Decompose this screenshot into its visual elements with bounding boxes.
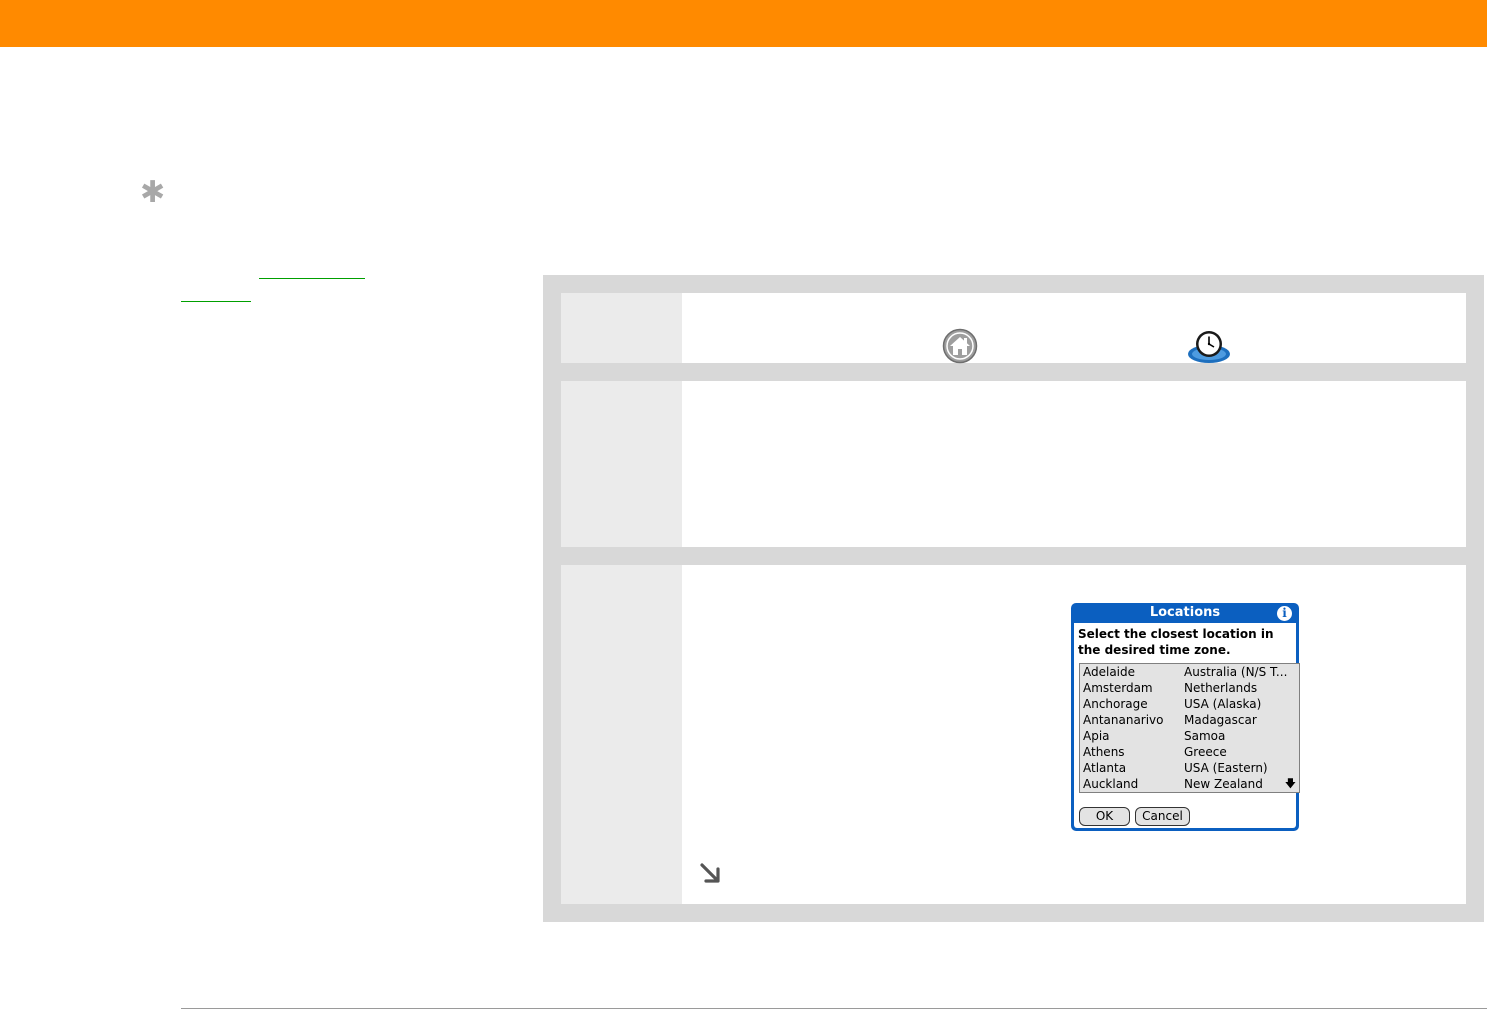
- step-number-cell: [561, 565, 682, 904]
- cancel-button[interactable]: Cancel: [1135, 807, 1190, 826]
- step-3: Locations i Select the closest location …: [561, 565, 1466, 904]
- list-item[interactable]: Anchorage USA (Alaska): [1080, 696, 1299, 712]
- list-item[interactable]: Amsterdam Netherlands: [1080, 680, 1299, 696]
- city-name: Adelaide: [1083, 665, 1136, 679]
- locations-list[interactable]: Adelaide Australia (N/S T... Amsterdam Net…: [1079, 663, 1300, 793]
- dialog-title: Locations: [1149, 605, 1221, 620]
- list-item[interactable]: Auckland New Zealand: [1080, 776, 1299, 792]
- step-2: [561, 381, 1466, 547]
- city-name: Amsterdam: [1083, 681, 1153, 695]
- list-item[interactable]: Apia Samoa: [1080, 728, 1299, 744]
- city-name: Auckland: [1083, 777, 1139, 791]
- list-item[interactable]: Atlanta USA (Eastern): [1080, 760, 1299, 776]
- country-name: Madagascar: [1184, 713, 1257, 727]
- world-clock-icon: [1188, 331, 1230, 363]
- continue-arrow-icon: [700, 863, 720, 883]
- dialog-prompt: Select the closest location in the desir…: [1078, 627, 1274, 657]
- country-name: Greece: [1184, 745, 1227, 759]
- city-name: Antananarivo: [1083, 713, 1164, 727]
- tip-icon: ✱: [140, 175, 166, 210]
- locations-dialog: Locations i Select the closest location …: [1071, 603, 1300, 831]
- ok-button[interactable]: OK: [1079, 807, 1130, 826]
- header-bar: [0, 0, 1487, 47]
- footer-rule: [181, 1008, 1487, 1009]
- city-name: Apia: [1083, 729, 1110, 743]
- city-name: Anchorage: [1083, 697, 1148, 711]
- dialog-body: Select the closest location in the desir…: [1074, 623, 1300, 828]
- city-name: Athens: [1083, 745, 1125, 759]
- country-name: New Zealand: [1184, 777, 1263, 791]
- cross-reference-link[interactable]: [259, 276, 365, 279]
- city-name: Atlanta: [1083, 761, 1127, 775]
- step-number-cell: [561, 293, 682, 363]
- country-name: Samoa: [1184, 729, 1226, 743]
- list-item[interactable]: Athens Greece: [1080, 744, 1299, 760]
- country-name: Australia (N/S T...: [1184, 665, 1288, 679]
- step-1: [561, 293, 1466, 364]
- country-name: Netherlands: [1184, 681, 1258, 695]
- list-item[interactable]: Adelaide Australia (N/S T...: [1080, 664, 1299, 680]
- scroll-down-icon[interactable]: 🡇: [1285, 777, 1296, 791]
- country-name: USA (Alaska): [1184, 697, 1262, 711]
- country-name: USA (Eastern): [1184, 761, 1268, 775]
- list-item[interactable]: Antananarivo Madagascar: [1080, 712, 1299, 728]
- step-number-cell: [561, 381, 682, 547]
- cross-reference-link-continued[interactable]: [181, 299, 251, 302]
- home-icon: [942, 328, 978, 364]
- info-icon[interactable]: i: [1277, 606, 1292, 621]
- steps-panel: Locations i Select the closest location …: [543, 275, 1484, 922]
